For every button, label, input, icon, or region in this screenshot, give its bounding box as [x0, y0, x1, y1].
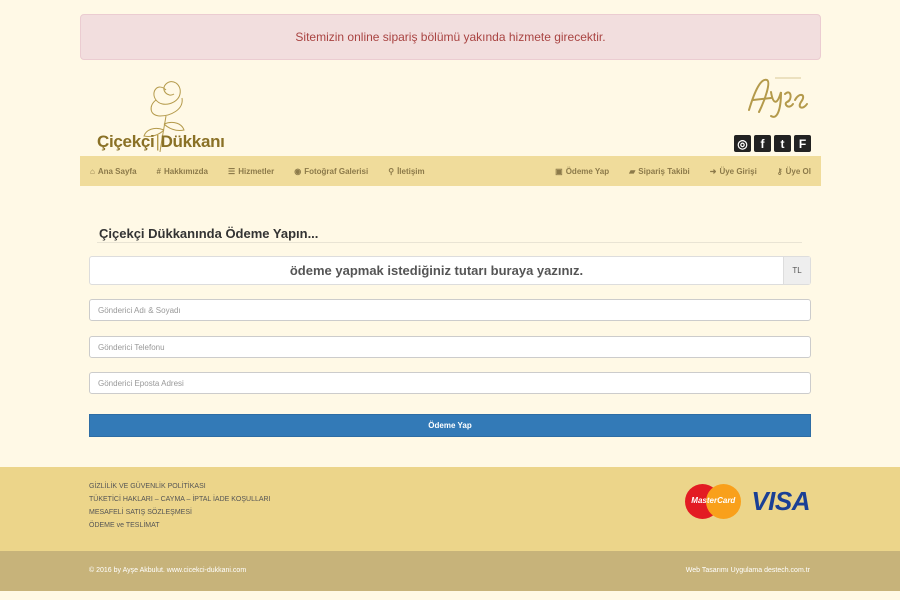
- payment-cards: MasterCard VISA: [685, 484, 810, 519]
- title-divider: [97, 242, 802, 243]
- nav-item-register[interactable]: ⚷ Üye Ol: [777, 167, 811, 176]
- nav-item-services[interactable]: ☰ Hizmetler: [228, 167, 274, 176]
- nav-label: İletişim: [397, 166, 425, 176]
- site-header: Çiçekçi|Dükkanı ◎ f t F: [80, 62, 821, 154]
- twitter-icon[interactable]: t: [774, 135, 791, 152]
- truck-icon: ▰: [629, 166, 636, 176]
- copyright-text: © 2016 by Ayşe Akbulut. www.cicekci-dukk…: [89, 567, 247, 574]
- footer-link-consumer-rights[interactable]: TÜKETİCİ HAKLARI – CAYMA – İPTAL İADE KO…: [89, 496, 271, 503]
- sender-phone-field[interactable]: Gönderici Telefonu: [89, 336, 811, 358]
- currency-addon: TL: [783, 257, 810, 284]
- instagram-icon[interactable]: ◎: [734, 135, 751, 152]
- footer-links: GİZLİLİK VE GÜVENLİK POLİTİKASI TÜKETİCİ…: [89, 483, 271, 529]
- nav-label: Ana Sayfa: [97, 166, 137, 176]
- nav-label: Üye Ol: [785, 166, 811, 176]
- nav-label: Üye Girişi: [719, 166, 757, 176]
- eye-icon: ◉: [294, 166, 302, 176]
- amount-input[interactable]: ödeme yapmak istediğiniz tutarı buraya y…: [90, 257, 783, 284]
- main-navigation: ⌂ Ana Sayfa # Hakkımızda ☰ Hizmetler ◉ Fotoğ…: [80, 156, 821, 186]
- nav-label: Hizmetler: [238, 166, 275, 176]
- nav-label: Ödeme Yap: [565, 166, 610, 176]
- nav-item-about[interactable]: # Hakkımızda: [157, 167, 208, 176]
- map-marker-icon: ⚲: [388, 166, 395, 176]
- home-icon: ⌂: [90, 166, 95, 176]
- nav-label: Hakkımızda: [163, 166, 209, 176]
- amount-input-group: ödeme yapmak istediğiniz tutarı buraya y…: [89, 256, 811, 285]
- brand-name-left: Çiçekçi: [97, 132, 155, 151]
- site-logo[interactable]: Çiçekçi|Dükkanı: [88, 72, 238, 153]
- nav-label: Sipariş Takibi: [638, 166, 690, 176]
- footer-link-sales-agreement[interactable]: MESAFELİ SATIŞ SÖZLEŞMESİ: [89, 509, 271, 516]
- site-footer: GİZLİLİK VE GÜVENLİK POLİTİKASI TÜKETİCİ…: [0, 467, 900, 551]
- submit-payment-button[interactable]: Ödeme Yap: [89, 414, 811, 437]
- nav-item-order-tracking[interactable]: ▰ Sipariş Takibi: [629, 167, 690, 176]
- visa-logo: VISA: [751, 486, 810, 516]
- foursquare-icon[interactable]: F: [794, 135, 811, 152]
- nav-item-login[interactable]: ➜ Üye Girişi: [710, 167, 757, 176]
- design-credit[interactable]: Web Tasarımı Uygulama destech.com.tr: [686, 567, 810, 574]
- sign-in-icon: ➜: [709, 166, 717, 176]
- nav-label: Fotoğraf Galerisi: [304, 166, 369, 176]
- brand-separator: |: [155, 132, 160, 151]
- nav-item-payment[interactable]: ▣ Ödeme Yap: [555, 167, 609, 176]
- design-by-ayse-signature: [748, 77, 808, 118]
- brand-name: Çiçekçi|Dükkanı: [97, 132, 225, 152]
- nav-item-gallery[interactable]: ◉ Fotoğraf Galerisi: [294, 167, 368, 176]
- hash-icon: #: [156, 166, 161, 176]
- page-title: Çiçekçi Dükkanında Ödeme Yapın...: [99, 226, 319, 241]
- mastercard-logo: MasterCard: [685, 484, 742, 519]
- facebook-icon[interactable]: f: [754, 135, 771, 152]
- footer-link-payment-delivery[interactable]: ÖDEME ve TESLİMAT: [89, 522, 271, 529]
- nav-left-group: ⌂ Ana Sayfa # Hakkımızda ☰ Hizmetler ◉ Fotoğ…: [90, 167, 425, 176]
- nav-item-contact[interactable]: ⚲ İletişim: [388, 167, 424, 176]
- list-icon: ☰: [228, 166, 236, 176]
- footer-link-privacy[interactable]: GİZLİLİK VE GÜVENLİK POLİTİKASI: [89, 483, 271, 490]
- brand-name-right: Dükkanı: [160, 132, 225, 151]
- social-links: ◎ f t F: [734, 135, 811, 152]
- mastercard-text: MasterCard: [691, 496, 736, 505]
- sender-name-field[interactable]: Gönderici Adı & Soyadı: [89, 299, 811, 321]
- nav-item-home[interactable]: ⌂ Ana Sayfa: [90, 167, 137, 176]
- sender-email-field[interactable]: Gönderici Eposta Adresi: [89, 372, 811, 394]
- key-icon: ⚷: [776, 166, 783, 176]
- nav-right-group: ▣ Ödeme Yap ▰ Sipariş Takibi ➜ Üye Girişi ⚷…: [555, 167, 811, 176]
- shopping-bag-icon: ▣: [555, 166, 563, 176]
- alert-message: Sitemizin online sipariş bölümü yakında …: [295, 30, 606, 44]
- bottom-bar: © 2016 by Ayşe Akbulut. www.cicekci-dukk…: [0, 551, 900, 591]
- announcement-alert: Sitemizin online sipariş bölümü yakında …: [80, 14, 821, 60]
